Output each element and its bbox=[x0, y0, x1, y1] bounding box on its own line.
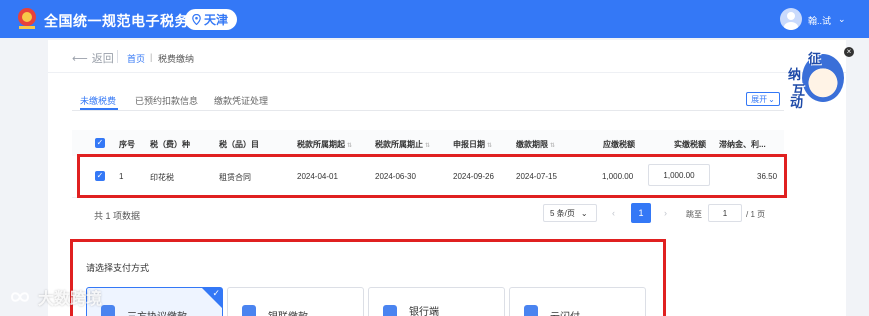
interaction-mascot[interactable]: 征 纳 互 动 bbox=[784, 48, 846, 110]
column-header: 序号 bbox=[119, 140, 135, 149]
next-page-button[interactable]: › bbox=[664, 208, 667, 218]
total-count: 共 1 项数据 bbox=[94, 211, 141, 221]
sort-icon: ⇅ bbox=[425, 143, 431, 149]
highlight-box-payment bbox=[70, 239, 666, 316]
site-title[interactable]: 全国统一规范电子税务局 bbox=[44, 11, 204, 31]
mascot-char: 动 bbox=[790, 95, 804, 110]
prev-page-button[interactable]: ‹ bbox=[612, 208, 615, 218]
expand-button[interactable]: 展开 ⌄ bbox=[746, 92, 780, 106]
column-header-sortable[interactable]: 税款所属期起 ⇅ bbox=[297, 139, 352, 150]
location-pin-icon bbox=[192, 14, 201, 25]
top-bar: 全国统一规范电子税务局 天津 翰..试 ⌄ bbox=[0, 0, 869, 38]
sort-icon: ⇅ bbox=[550, 143, 556, 149]
close-icon[interactable]: × bbox=[844, 47, 854, 57]
column-header: 滞纳金、利... bbox=[719, 140, 766, 149]
tab-payment-voucher[interactable]: 缴款凭证处理 bbox=[214, 94, 268, 107]
page-size-select[interactable]: 5 条/页 ⌄ bbox=[543, 204, 597, 222]
column-header-sortable[interactable]: 申报日期 ⇅ bbox=[453, 139, 492, 150]
mascot-char: 征 bbox=[808, 51, 822, 66]
chevron-down-icon: ⌄ bbox=[580, 208, 588, 218]
highlight-box-table-row bbox=[77, 154, 787, 198]
region-selector[interactable]: 天津 bbox=[185, 9, 237, 30]
goto-total: / 1 页 bbox=[746, 210, 766, 219]
sort-icon: ⇅ bbox=[487, 143, 493, 149]
select-all-checkbox[interactable]: ✓ bbox=[95, 138, 105, 148]
watermark: 大数跨境 bbox=[8, 285, 102, 309]
goto-page-input[interactable]: 1 bbox=[708, 204, 742, 222]
arrow-left-icon: ⟵ bbox=[72, 52, 88, 65]
user-icon bbox=[784, 12, 798, 30]
breadcrumb-separator: | bbox=[150, 52, 153, 62]
page-number-button[interactable]: 1 bbox=[631, 203, 651, 223]
column-header: 税（费）种 bbox=[150, 140, 190, 149]
goto-label: 跳至 bbox=[686, 210, 702, 219]
column-header: 应缴税额 bbox=[603, 140, 635, 149]
tab-unpaid[interactable]: 未缴税费 bbox=[80, 94, 116, 107]
tab-scheduled-deduction[interactable]: 已预约扣款信息 bbox=[135, 94, 198, 107]
expand-label: 展开 bbox=[751, 94, 768, 104]
column-header-sortable[interactable]: 缴款期限 ⇅ bbox=[516, 139, 555, 150]
chevron-down-icon: ⌄ bbox=[768, 94, 775, 104]
sort-icon: ⇅ bbox=[347, 143, 353, 149]
breadcrumb-divider bbox=[117, 50, 118, 63]
column-header: 税（品）目 bbox=[219, 140, 259, 149]
breadcrumb-current: 税费缴纳 bbox=[158, 54, 195, 64]
column-header: 实缴税额 bbox=[674, 140, 706, 149]
avatar[interactable] bbox=[780, 8, 802, 30]
column-header-sortable[interactable]: 税款所属期止 ⇅ bbox=[375, 139, 430, 150]
chevron-down-icon[interactable]: ⌄ bbox=[838, 14, 846, 25]
header-divider bbox=[48, 72, 846, 73]
user-name[interactable]: 翰..试 bbox=[808, 14, 831, 27]
page-size-value: 5 条/页 bbox=[550, 208, 575, 218]
watermark-text: 大数跨境 bbox=[38, 291, 103, 308]
back-button[interactable]: ⟵ 返回 bbox=[72, 50, 114, 66]
back-label: 返回 bbox=[91, 53, 114, 65]
region-label: 天津 bbox=[204, 13, 229, 27]
tabs-divider bbox=[72, 110, 784, 111]
breadcrumb-home[interactable]: 首页 bbox=[127, 52, 145, 65]
watermark-logo-icon bbox=[10, 292, 30, 302]
national-emblem-icon bbox=[18, 8, 36, 29]
